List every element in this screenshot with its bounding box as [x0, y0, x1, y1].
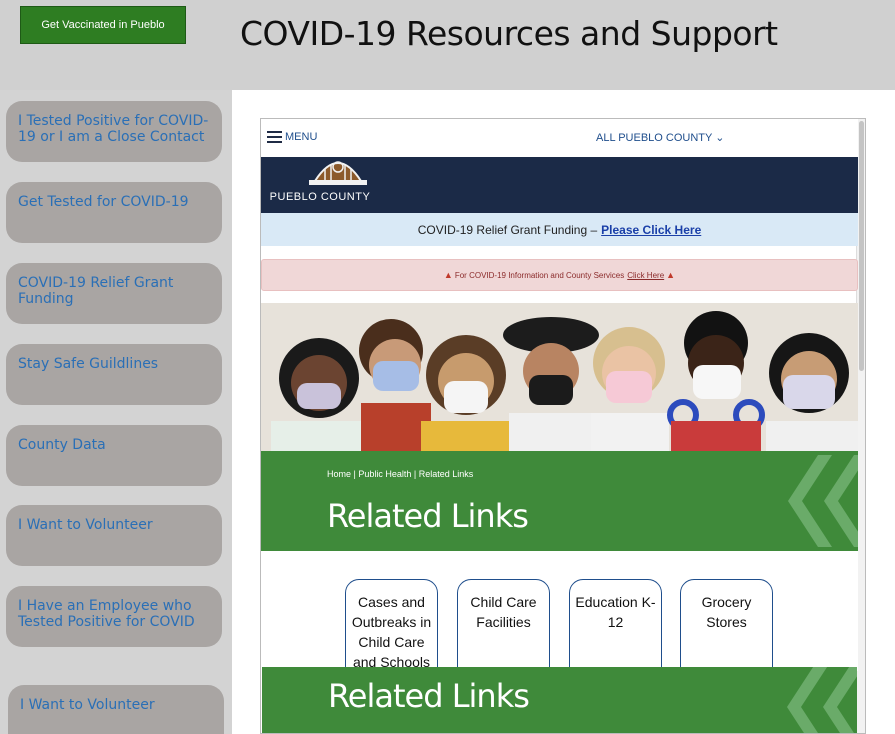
overlay-sidebar-item-volunteer[interactable]: I Want to Volunteer — [8, 685, 224, 734]
page-heading-band: Home | Public Health | Related Links Rel… — [261, 451, 858, 551]
menu-label: MENU — [285, 131, 318, 143]
breadcrumb-current: Related Links — [418, 469, 474, 479]
alert-text: For COVID-19 Information and County Serv… — [454, 270, 625, 280]
sidebar-item-relief-grant[interactable]: COVID-19 Relief Grant Funding — [6, 263, 222, 324]
county-select-dropdown[interactable]: ALL PUEBLO COUNTY ⌄ — [596, 131, 724, 144]
alert-link[interactable]: Click Here — [627, 271, 664, 280]
covid-alert-banner: ▲ For COVID-19 Information and County Se… — [261, 259, 858, 291]
overlay-heading-band: Related Links — [262, 667, 857, 733]
county-select-label: ALL PUEBLO COUNTY — [596, 132, 713, 144]
breadcrumb-home[interactable]: Home — [327, 469, 351, 479]
embedded-website-frame: MENU ALL PUEBLO COUNTY ⌄ PUEBLO COUNTY C… — [260, 118, 866, 734]
chevrons-decoration-icon — [787, 667, 857, 733]
courthouse-dome-icon — [309, 161, 367, 185]
sidebar-item-get-tested[interactable]: Get Tested for COVID-19 — [6, 182, 222, 243]
related-links-heading: Related Links — [327, 497, 529, 535]
breadcrumb-public-health[interactable]: Public Health — [358, 469, 411, 479]
warning-icon: ▲ — [443, 270, 453, 280]
breadcrumb: Home | Public Health | Related Links — [327, 469, 473, 479]
sidebar-item-employee-positive[interactable]: I Have an Employee who Tested Positive f… — [6, 586, 222, 647]
scroll-thumb[interactable] — [859, 121, 864, 371]
chevrons-decoration-icon — [788, 455, 858, 547]
menu-button[interactable]: MENU — [267, 131, 317, 143]
relief-grant-banner: COVID-19 Relief Grant Funding – Please C… — [261, 213, 858, 246]
county-header: PUEBLO COUNTY — [261, 157, 858, 213]
chevron-down-icon: ⌄ — [715, 132, 725, 144]
sidebar-item-county-data[interactable]: County Data — [6, 425, 222, 486]
sidebar-item-tested-positive[interactable]: I Tested Positive for COVID-19 or I am a… — [6, 101, 222, 162]
logo-text: PUEBLO COUNTY — [269, 191, 371, 203]
related-links-cards: Cases and Outbreaks in Child Care and Sc… — [261, 551, 858, 689]
relief-banner-link[interactable]: Please Click Here — [601, 223, 701, 237]
warning-icon: ▲ — [666, 270, 676, 280]
hero-illustration — [261, 303, 858, 451]
get-vaccinated-button[interactable]: Get Vaccinated in Pueblo — [20, 6, 186, 44]
overlay-related-links-heading: Related Links — [328, 677, 530, 715]
relief-banner-text: COVID-19 Relief Grant Funding – — [417, 222, 598, 237]
hamburger-icon — [267, 131, 282, 143]
page-title: COVID-19 Resources and Support — [240, 14, 778, 53]
hero-image-masked-people — [261, 303, 858, 451]
sidebar-item-stay-safe[interactable]: Stay Safe Guildlines — [6, 344, 222, 405]
sidebar-item-volunteer[interactable]: I Want to Volunteer — [6, 505, 222, 566]
